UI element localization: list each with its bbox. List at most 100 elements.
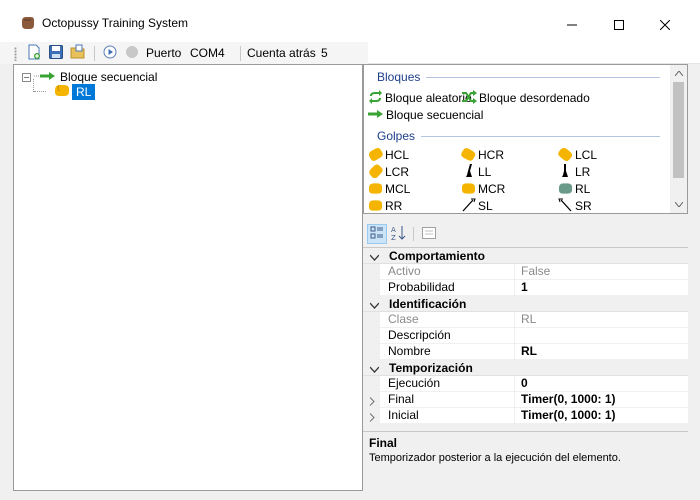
property-row[interactable]: Ejecución 0 [363, 376, 688, 392]
save-button[interactable] [46, 44, 66, 62]
tool-label: MCL [385, 182, 411, 196]
toolbox-item-bloque-secuencial[interactable]: Bloque secuencial [368, 107, 483, 123]
expand-chevron-icon[interactable] [369, 411, 375, 425]
glove-icon [461, 181, 478, 198]
tool-label: HCL [385, 148, 410, 162]
close-button[interactable] [642, 10, 688, 40]
toolbox-item-mcr[interactable]: MCR [461, 181, 505, 197]
property-value[interactable]: RL [515, 344, 688, 360]
open-button[interactable] [68, 44, 88, 62]
minimize-button[interactable] [549, 10, 595, 40]
row-margin [363, 328, 380, 344]
window-title: Octopussy Training System [42, 16, 189, 30]
property-value[interactable]: 1 [515, 280, 688, 296]
row-margin [363, 264, 380, 280]
collapse-caret-icon[interactable] [369, 251, 380, 265]
toolbox-group-bloques: Bloques [377, 70, 421, 84]
main-toolbar: Puerto COM4 Cuenta atrás 5 [0, 42, 700, 64]
scrollbar-thumb[interactable] [673, 82, 684, 178]
expand-chevron-icon[interactable] [369, 395, 375, 409]
toolbox-item-sl[interactable]: SL [461, 198, 493, 213]
property-help-pane: Final Temporizador posterior a la ejecuc… [363, 431, 688, 491]
toolbox-item-lr[interactable]: LR [558, 163, 590, 181]
toolbox-item-hcr[interactable]: HCR [461, 147, 504, 163]
help-title: Final [369, 436, 398, 450]
collapse-caret-icon[interactable] [369, 363, 380, 377]
toolbox-scrollbar[interactable] [670, 65, 687, 213]
toolbox-item-ll[interactable]: LL [461, 163, 491, 180]
toolbox-item-lcr[interactable]: LCR [368, 164, 409, 180]
scroll-up-arrow-icon[interactable] [670, 65, 687, 82]
property-name: Ejecución [380, 376, 515, 392]
scroll-down-arrow-icon[interactable] [670, 196, 687, 213]
title-bar[interactable]: Octopussy Training System [0, 0, 700, 42]
property-row[interactable]: Nombre RL [363, 344, 688, 360]
new-document-icon [26, 44, 42, 63]
categorized-icon [370, 226, 384, 243]
property-row[interactable]: Inicial Timer(0, 1000: 1) [363, 408, 688, 424]
row-margin [363, 344, 380, 360]
property-value: RL [515, 312, 688, 328]
group-divider [426, 77, 660, 78]
toolbox-item-lcl[interactable]: LCL [558, 147, 597, 163]
property-row[interactable]: Descripción [363, 328, 688, 344]
glove-icon [558, 147, 575, 164]
property-value[interactable]: 0 [515, 376, 688, 392]
svg-text:A: A [391, 226, 396, 234]
property-category[interactable]: Temporización [363, 360, 688, 376]
new-button[interactable] [24, 44, 44, 62]
toolbar-separator [413, 227, 414, 241]
tree-collapse-toggle[interactable]: − [22, 72, 31, 82]
countdown-value[interactable]: 5 [321, 46, 328, 60]
tool-label: Bloque desordenado [479, 91, 590, 105]
categorized-button[interactable] [367, 224, 387, 244]
sequence-arrow-icon [34, 70, 56, 84]
play-icon [103, 45, 117, 62]
property-value[interactable]: Timer(0, 1000: 1) [515, 392, 688, 408]
property-category[interactable]: Identificación [363, 296, 688, 312]
app-glove-icon [20, 16, 36, 30]
toolbox-item-rr[interactable]: RR [368, 198, 402, 213]
tool-label: Bloque secuencial [386, 108, 484, 122]
property-value[interactable]: Timer(0, 1000: 1) [515, 408, 688, 424]
alphabetical-button[interactable]: AZ [389, 224, 409, 244]
property-name: Final [380, 392, 515, 408]
toolbar-separator [94, 46, 95, 61]
toolbox-item-mcl[interactable]: MCL [368, 181, 410, 197]
property-row[interactable]: Probabilidad 1 [363, 280, 688, 296]
property-value[interactable] [515, 328, 688, 344]
property-row[interactable]: Clase RL [363, 312, 688, 328]
tree-node-rl[interactable]: RL [54, 83, 96, 100]
toolbar-separator [240, 46, 241, 61]
group-divider [421, 136, 660, 137]
toolbox-panel[interactable]: Bloques Bloque aleatorio Bloque desorden… [363, 64, 688, 214]
leg-icon [558, 163, 575, 181]
toolbox-item-hcl[interactable]: HCL [368, 147, 409, 163]
property-category[interactable]: Comportamiento [363, 248, 688, 264]
toolbox-item-rl[interactable]: RL [558, 181, 590, 197]
property-row[interactable]: Activo False [363, 264, 688, 280]
toolbox-item-bloque-aleatorio[interactable]: Bloque aleatorio [368, 89, 472, 106]
property-value: False [515, 264, 688, 280]
toolbox-group-golpes: Golpes [377, 129, 416, 143]
help-description: Temporizador posterior a la ejecución de… [369, 452, 621, 464]
collapse-caret-icon[interactable] [369, 299, 380, 313]
toolbar-grip[interactable] [14, 47, 17, 61]
sequence-tree[interactable]: − Bloque secuencial RL [13, 64, 363, 491]
svg-text:Z: Z [391, 234, 396, 241]
tool-label: RL [575, 182, 591, 196]
maximize-button[interactable] [596, 10, 642, 40]
toolbox-item-sr[interactable]: SR [558, 198, 592, 213]
property-row[interactable]: Final Timer(0, 1000: 1) [363, 392, 688, 408]
play-button[interactable] [100, 44, 120, 62]
property-grid[interactable]: Comportamiento Activo False Probabilidad 1 Id… [363, 247, 688, 431]
open-folder-icon [70, 44, 86, 63]
port-value[interactable]: COM4 [190, 46, 225, 60]
sort-az-icon: AZ [391, 225, 407, 244]
glove-icon [558, 181, 575, 198]
glove-icon [368, 147, 385, 164]
tree-root-label: Bloque secuencial [60, 70, 158, 84]
toolbox-item-bloque-desordenado[interactable]: Bloque desordenado [461, 89, 590, 106]
property-pages-button[interactable] [419, 224, 439, 244]
status-dot-icon [125, 45, 139, 62]
